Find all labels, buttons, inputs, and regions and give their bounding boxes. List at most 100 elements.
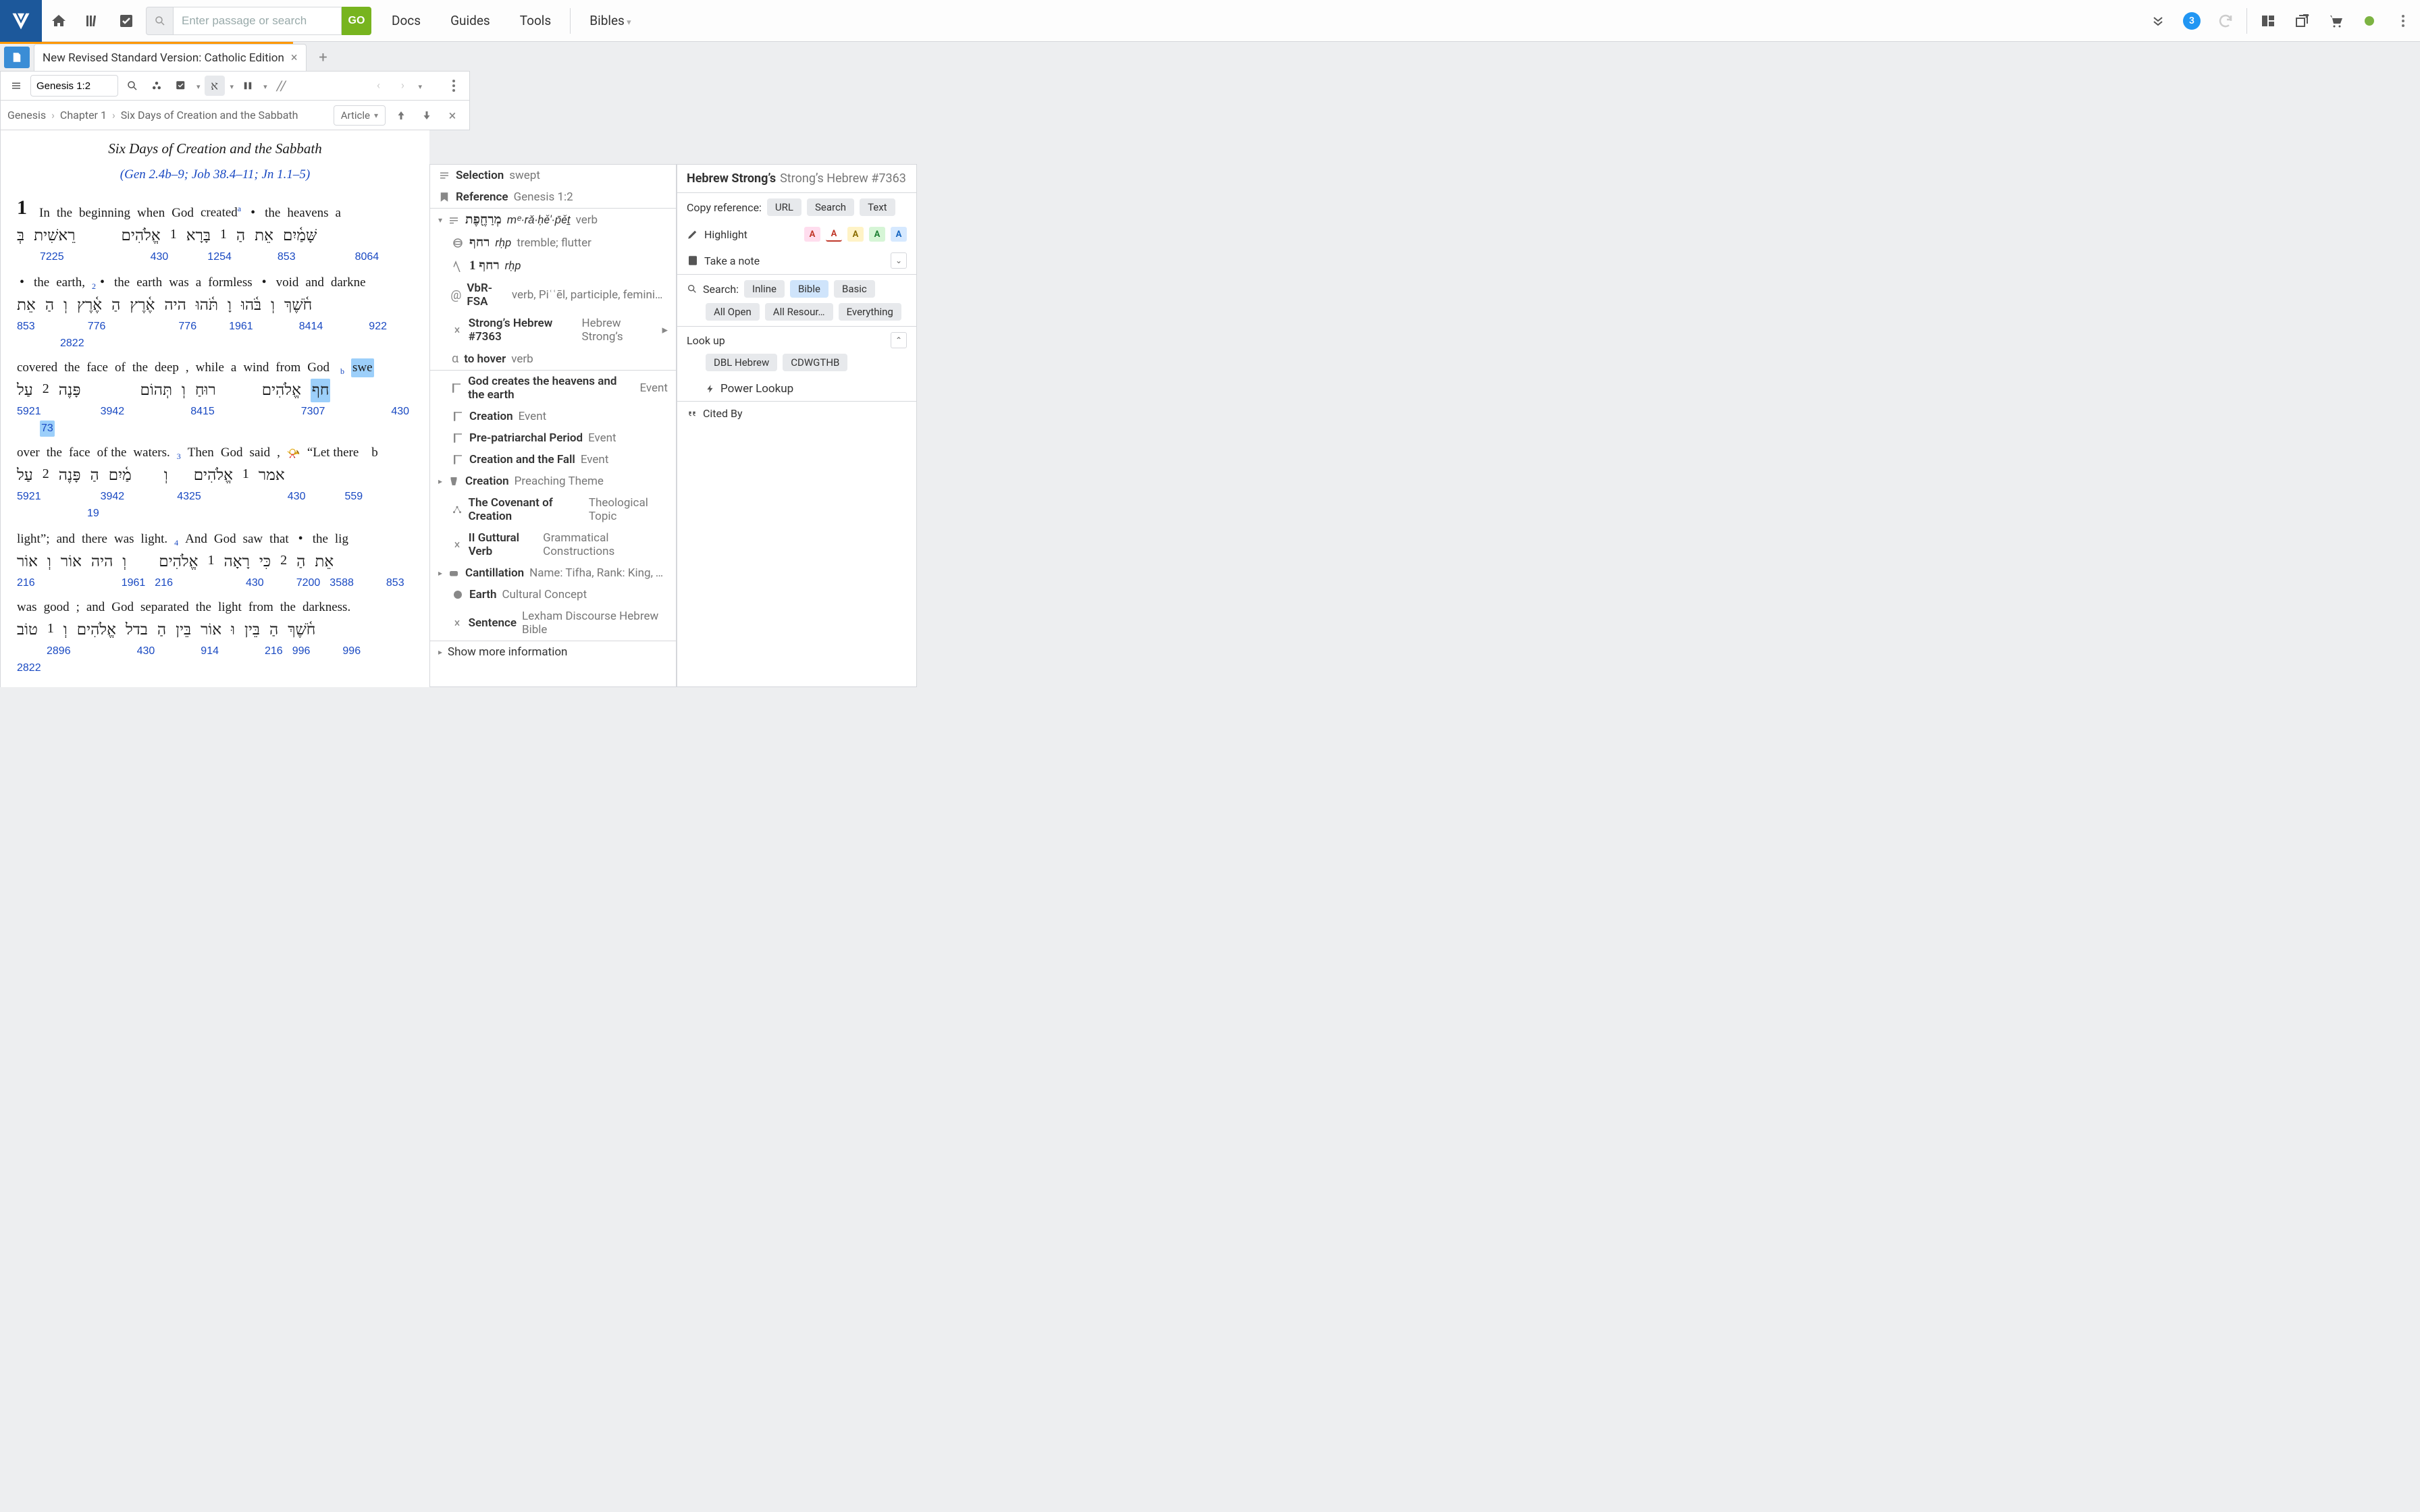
swatch-red[interactable]: A: [804, 227, 820, 242]
chip-cdwgthb[interactable]: CDWGTHB: [783, 354, 847, 371]
hebrew-line: טוֹב1 וְאֱלֹהִים בדלהַ בֵּיןאוֹר וּבֵּין…: [17, 618, 413, 642]
verse-3[interactable]: 3: [177, 450, 181, 462]
article-dropdown[interactable]: Article▾: [334, 105, 386, 126]
notifications-badge[interactable]: 3: [2178, 7, 2206, 35]
ctx-event[interactable]: Pre-patriarchal PeriodEvent: [430, 427, 676, 449]
check-dropdown-icon[interactable]: [171, 76, 191, 96]
cart-icon[interactable]: [2321, 7, 2350, 35]
ctx-grammar[interactable]: II Guttural VerbGrammatical Construction…: [430, 527, 676, 562]
chevron-right-icon[interactable]: ›: [392, 76, 413, 96]
chip-all-resources[interactable]: All Resour…: [765, 303, 833, 321]
chevrons-down-icon[interactable]: [2144, 7, 2172, 35]
ctx-event[interactable]: God creates the heavens and the earth Ev…: [430, 371, 676, 406]
new-tab-button[interactable]: +: [313, 47, 334, 68]
swatch-under[interactable]: A: [826, 227, 842, 242]
verse-2[interactable]: 2: [92, 280, 96, 292]
checkbox-icon[interactable]: [112, 7, 140, 35]
chevron-down-icon[interactable]: ⌄: [891, 252, 907, 269]
arrow-up-icon[interactable]: [391, 105, 411, 126]
chip-inline[interactable]: Inline: [744, 280, 785, 298]
hebrew-aleph-icon[interactable]: א: [205, 76, 225, 96]
ctx-cantillation[interactable]: ▸ CantillationName: Tifha, Rank: King, T…: [430, 562, 676, 584]
home-icon[interactable]: [45, 7, 73, 35]
ctx-show-more[interactable]: ▸ Show more information: [430, 641, 676, 663]
ctx-event[interactable]: Creation and the FallEvent: [430, 449, 676, 470]
chip-bible[interactable]: Bible: [790, 280, 828, 298]
parallel-icon[interactable]: //: [271, 76, 292, 96]
caret-down-icon[interactable]: [417, 79, 422, 92]
go-button[interactable]: GO: [342, 7, 371, 35]
brand-logo[interactable]: [0, 0, 42, 42]
ctx-sense[interactable]: α to hover verb: [430, 348, 676, 371]
verse-line: theearth, 2 theearth wasa formless voida…: [17, 272, 413, 293]
footnote-b[interactable]: b: [340, 365, 344, 377]
ctx-sentence[interactable]: SentenceLexham Discourse Hebrew Bible: [430, 605, 676, 641]
open-external-icon[interactable]: [2288, 7, 2316, 35]
tab-active[interactable]: New Revised Standard Version: Catholic E…: [34, 44, 307, 71]
ctx-cultural[interactable]: EarthCultural Concept: [430, 584, 676, 605]
search-group: GO: [146, 7, 371, 35]
hebrew-line: בְּרֵאשִׁית אֱלֹהִים1בָּרָא 1הַאֵת שָּׁמ…: [17, 224, 413, 248]
layout-icon[interactable]: [2254, 7, 2282, 35]
rs-take-note[interactable]: Take a note ⌄: [677, 247, 916, 275]
chip-dbl-hebrew[interactable]: DBL Hebrew: [706, 354, 777, 371]
chip-text[interactable]: Text: [860, 198, 895, 216]
crumb-section[interactable]: Six Days of Creation and the Sabbath: [121, 109, 298, 122]
swatch-green[interactable]: A: [869, 227, 885, 242]
chevron-up-icon[interactable]: ⌃: [891, 332, 907, 348]
ctx-selection[interactable]: Selection swept: [430, 165, 676, 186]
resource-icon[interactable]: [4, 47, 30, 68]
sync-icon[interactable]: [2211, 7, 2240, 35]
panel-toolbar: א // ‹ ›: [0, 71, 470, 101]
nav-docs[interactable]: Docs: [377, 13, 436, 28]
close-icon[interactable]: ×: [291, 51, 298, 65]
close-icon[interactable]: ×: [442, 105, 463, 126]
section-title: Six Days of Creation and the Sabbath: [17, 138, 413, 160]
search-icon[interactable]: [122, 76, 142, 96]
chip-url[interactable]: URL: [767, 198, 801, 216]
verse-number[interactable]: 1: [17, 192, 27, 223]
ctx-theological[interactable]: The Covenant of CreationTheological Topi…: [430, 492, 676, 527]
ctx-strongs[interactable]: Strong’s Hebrew #7363 Hebrew Strong’s ▸: [430, 313, 676, 348]
ctx-root[interactable]: רחף rḥp tremble; flutter: [430, 232, 676, 254]
library-icon[interactable]: [78, 7, 107, 35]
caret-down-icon[interactable]: [195, 79, 201, 92]
ctx-preaching[interactable]: ▸ CreationPreaching Theme: [430, 470, 676, 492]
swatch-yellow[interactable]: A: [847, 227, 864, 242]
kebab-menu-icon[interactable]: [2389, 7, 2417, 35]
caret-down-icon[interactable]: [229, 79, 234, 92]
chip-basic[interactable]: Basic: [834, 280, 875, 298]
chip-search[interactable]: Search: [807, 198, 854, 216]
selected-hebrew[interactable]: חף: [311, 379, 331, 402]
ctx-vbr[interactable]: @ VbR-FSA verb, Piʿʿēl, participle, femi…: [430, 277, 676, 313]
chip-everything[interactable]: Everything: [839, 303, 901, 321]
ctx-lemma[interactable]: ▾ מְרַחֶ֖פֶת mᵉ∙rǎ∙ḥě′∙p̄ěṯ verb: [430, 209, 676, 232]
nav-bibles[interactable]: Bibles: [575, 13, 646, 28]
rs-cited-by[interactable]: Cited By: [677, 402, 916, 425]
selected-word[interactable]: swe: [351, 358, 374, 378]
ctx-morph[interactable]: רחף 1 rḥp: [430, 254, 676, 277]
user-icon[interactable]: [2355, 7, 2384, 35]
reference-input[interactable]: [30, 75, 118, 97]
chip-all-open[interactable]: All Open: [706, 303, 760, 321]
arrow-down-icon[interactable]: [417, 105, 437, 126]
search-input[interactable]: [173, 7, 342, 35]
caret-down-icon[interactable]: [262, 79, 267, 92]
ctx-event[interactable]: CreationEvent: [430, 406, 676, 427]
rs-power-lookup[interactable]: Power Lookup: [677, 377, 916, 402]
verse-4[interactable]: 4: [174, 537, 178, 549]
crumb-book[interactable]: Genesis: [7, 109, 46, 122]
cluster-icon[interactable]: [147, 76, 167, 96]
hamburger-icon[interactable]: [6, 76, 26, 96]
crumb-chapter[interactable]: Chapter 1: [60, 109, 107, 122]
chevron-left-icon[interactable]: ‹: [368, 76, 388, 96]
nav-guides[interactable]: Guides: [436, 13, 505, 28]
kebab-menu-icon[interactable]: [444, 76, 464, 96]
columns-icon[interactable]: [238, 76, 258, 96]
nav-tools[interactable]: Tools: [505, 13, 567, 28]
bolt-icon: [706, 384, 715, 394]
ctx-reference[interactable]: Reference Genesis 1:2: [430, 186, 676, 209]
selected-strongs[interactable]: 73: [40, 421, 55, 437]
swatch-blue[interactable]: A: [891, 227, 907, 242]
footnote-a[interactable]: a: [238, 204, 241, 213]
